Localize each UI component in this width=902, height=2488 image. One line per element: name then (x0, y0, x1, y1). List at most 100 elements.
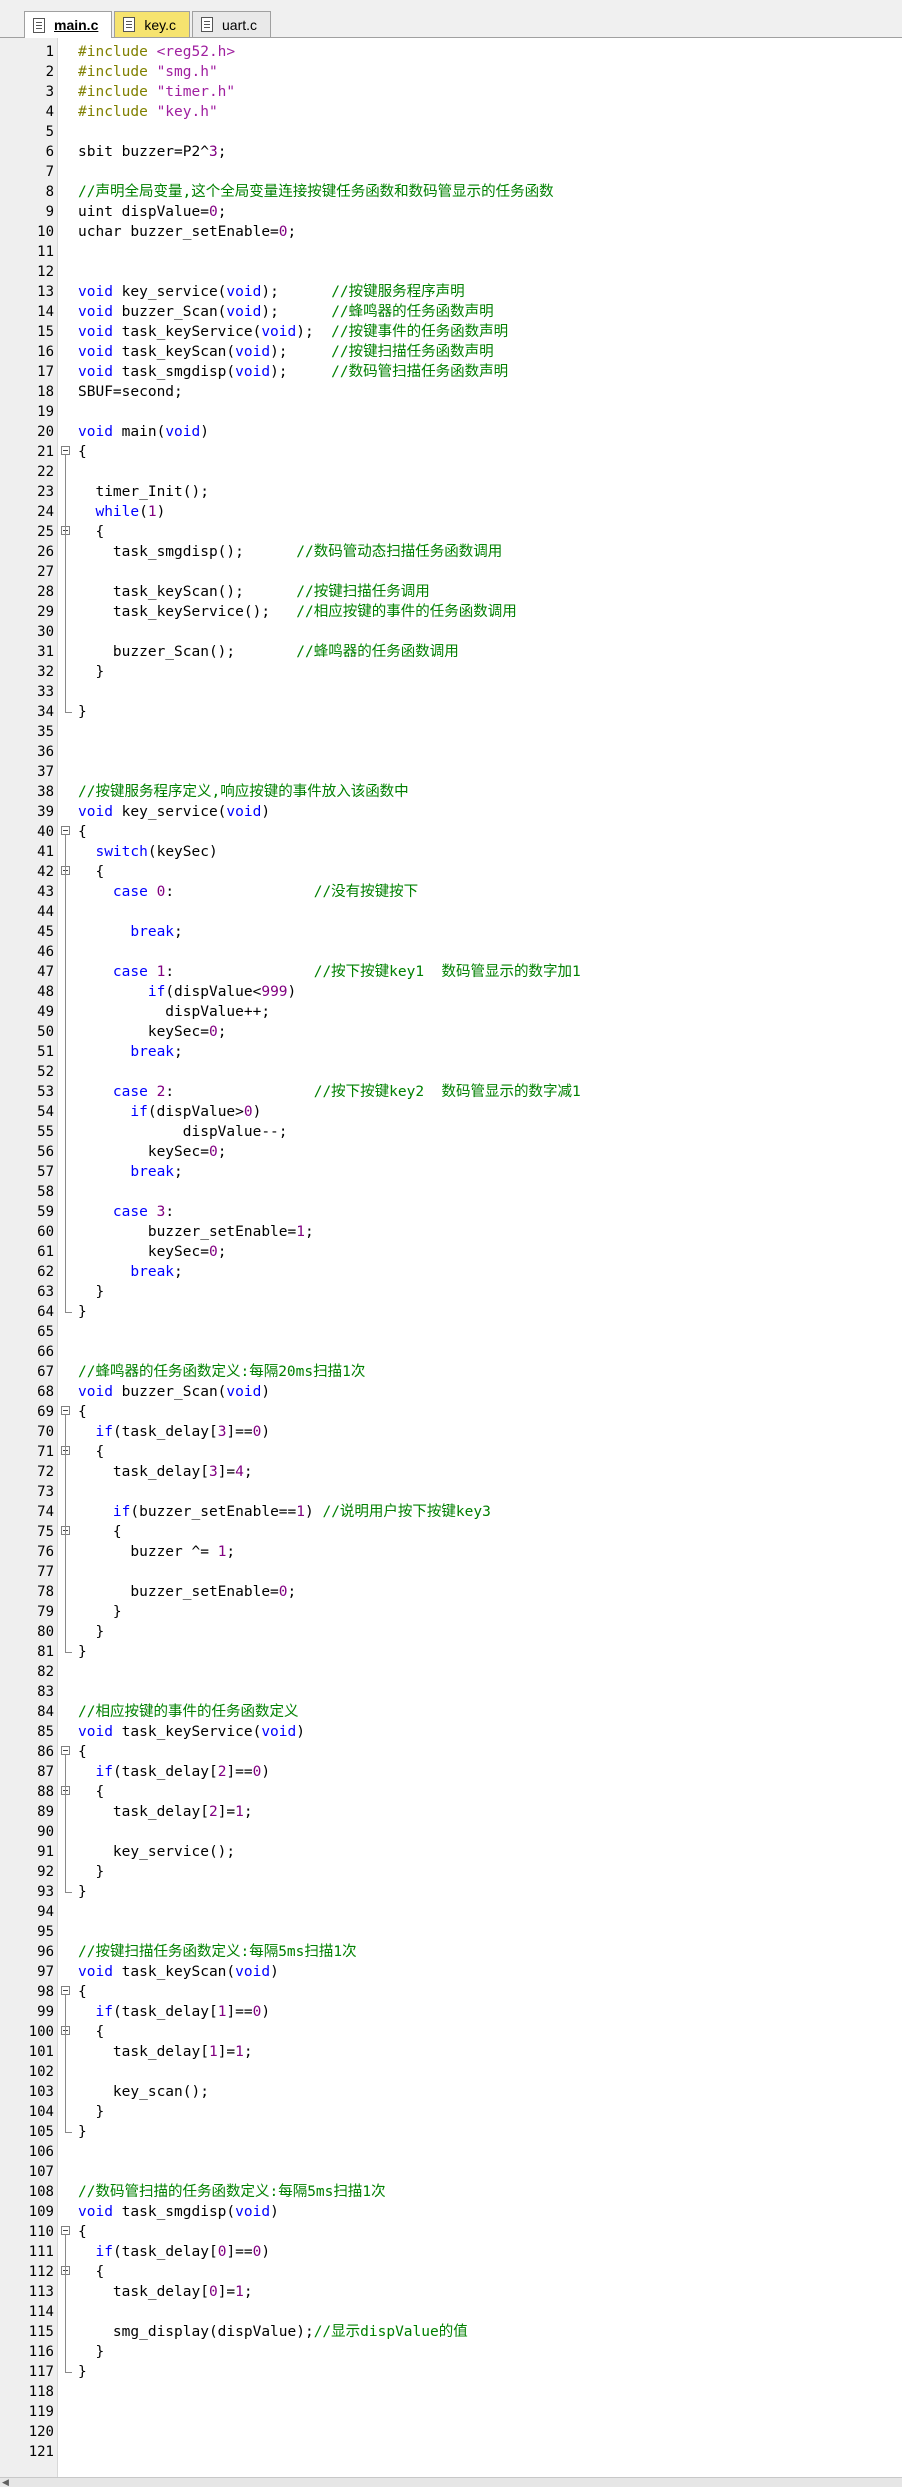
code-line[interactable]: 65 (0, 1322, 902, 1342)
code-line[interactable]: 49 dispValue++; (0, 1002, 902, 1022)
code-line[interactable]: 1 #include <reg52.h> (0, 42, 902, 62)
collapse-icon[interactable] (61, 826, 70, 835)
code-line[interactable]: 118 (0, 2382, 902, 2402)
code-line[interactable]: 66 (0, 1342, 902, 1362)
code-line[interactable]: 92 } (0, 1862, 902, 1882)
code-line[interactable]: 48 if(dispValue<999) (0, 982, 902, 1002)
code-line[interactable]: 27 (0, 562, 902, 582)
code-line[interactable]: 115 smg_display(dispValue);//显示dispValue… (0, 2322, 902, 2342)
code-line[interactable]: 57 break; (0, 1162, 902, 1182)
code-line[interactable]: 23 timer_Init(); (0, 482, 902, 502)
code-line[interactable]: 89 task_delay[2]=1; (0, 1802, 902, 1822)
code-line[interactable]: 99 if(task_delay[1]==0) (0, 2002, 902, 2022)
code-line[interactable]: 94 (0, 1902, 902, 1922)
code-line[interactable]: 73 (0, 1482, 902, 1502)
code-line[interactable]: 3 #include "timer.h" (0, 82, 902, 102)
code-line[interactable]: 90 (0, 1822, 902, 1842)
code-line[interactable]: 19 (0, 402, 902, 422)
scroll-left-icon[interactable]: ◀ (2, 2479, 9, 2488)
code-line[interactable]: 77 (0, 1562, 902, 1582)
code-line[interactable]: 95 (0, 1922, 902, 1942)
code-line[interactable]: 42 { (0, 862, 902, 882)
code-line[interactable]: 20 void main(void) (0, 422, 902, 442)
code-line[interactable]: 69 { (0, 1402, 902, 1422)
code-line[interactable]: 46 (0, 942, 902, 962)
code-line[interactable]: 38 //按键服务程序定义,响应按键的事件放入该函数中 (0, 782, 902, 802)
code-line[interactable]: 72 task_delay[3]=4; (0, 1462, 902, 1482)
code-line[interactable]: 71 { (0, 1442, 902, 1462)
code-line[interactable]: 106 (0, 2142, 902, 2162)
code-line[interactable]: 24 while(1) (0, 502, 902, 522)
code-line[interactable]: 21 { (0, 442, 902, 462)
horizontal-scrollbar[interactable]: ◀ (0, 2477, 902, 2488)
code-line[interactable]: 31 buzzer_Scan(); //蜂鸣器的任务函数调用 (0, 642, 902, 662)
code-line[interactable]: 47 case 1: //按下按键key1 数码管显示的数字加1 (0, 962, 902, 982)
code-line[interactable]: 70 if(task_delay[3]==0) (0, 1422, 902, 1442)
code-line[interactable]: 13 void key_service(void); //按键服务程序声明 (0, 282, 902, 302)
code-line[interactable]: 112 { (0, 2262, 902, 2282)
tab-key-c[interactable]: key.c (114, 11, 190, 37)
code-line[interactable]: 14 void buzzer_Scan(void); //蜂鸣器的任务函数声明 (0, 302, 902, 322)
code-line[interactable]: 102 (0, 2062, 902, 2082)
code-line[interactable]: 110 { (0, 2222, 902, 2242)
code-line[interactable]: 12 (0, 262, 902, 282)
code-line[interactable]: 119 (0, 2402, 902, 2422)
code-line[interactable]: 117} (0, 2362, 902, 2382)
code-line[interactable]: 63 } (0, 1282, 902, 1302)
code-line[interactable]: 54 if(dispValue>0) (0, 1102, 902, 1122)
code-line[interactable]: 11 (0, 242, 902, 262)
code-line[interactable]: 116 } (0, 2342, 902, 2362)
code-line[interactable]: 114 (0, 2302, 902, 2322)
code-line[interactable]: 36 (0, 742, 902, 762)
code-line[interactable]: 67 //蜂鸣器的任务函数定义:每隔20ms扫描1次 (0, 1362, 902, 1382)
code-line[interactable]: 88 { (0, 1782, 902, 1802)
code-line[interactable]: 59 case 3: (0, 1202, 902, 1222)
code-line[interactable]: 6 sbit buzzer=P2^3; (0, 142, 902, 162)
tab-uart-c[interactable]: uart.c (192, 11, 272, 37)
code-line[interactable]: 107 (0, 2162, 902, 2182)
code-line[interactable]: 29 task_keyService(); //相应按键的事件的任务函数调用 (0, 602, 902, 622)
code-line[interactable]: 84 //相应按键的事件的任务函数定义 (0, 1702, 902, 1722)
code-line[interactable]: 58 (0, 1182, 902, 1202)
code-line[interactable]: 104 } (0, 2102, 902, 2122)
code-line[interactable]: 64} (0, 1302, 902, 1322)
code-line[interactable]: 79 } (0, 1602, 902, 1622)
code-line[interactable]: 121 (0, 2442, 902, 2462)
code-line[interactable]: 35 (0, 722, 902, 742)
code-line[interactable]: 17 void task_smgdisp(void); //数码管扫描任务函数声明 (0, 362, 902, 382)
code-line[interactable]: 105} (0, 2122, 902, 2142)
code-line[interactable]: 98 { (0, 1982, 902, 2002)
collapse-icon[interactable] (61, 1746, 70, 1755)
code-line[interactable]: 26 task_smgdisp(); //数码管动态扫描任务函数调用 (0, 542, 902, 562)
code-line[interactable]: 34} (0, 702, 902, 722)
code-line[interactable]: 101 task_delay[1]=1; (0, 2042, 902, 2062)
code-line[interactable]: 32 } (0, 662, 902, 682)
code-line[interactable]: 9 uint dispValue=0; (0, 202, 902, 222)
code-line[interactable]: 108 //数码管扫描的任务函数定义:每隔5ms扫描1次 (0, 2182, 902, 2202)
code-line[interactable]: 100 { (0, 2022, 902, 2042)
code-line[interactable]: 120 (0, 2422, 902, 2442)
code-line[interactable]: 45 break; (0, 922, 902, 942)
code-line[interactable]: 113 task_delay[0]=1; (0, 2282, 902, 2302)
code-line[interactable]: 97 void task_keyScan(void) (0, 1962, 902, 1982)
collapse-icon[interactable] (61, 1406, 70, 1415)
code-line[interactable]: 15 void task_keyService(void); //按键事件的任务函… (0, 322, 902, 342)
code-line[interactable]: 5 (0, 122, 902, 142)
code-line[interactable]: 96 //按键扫描任务函数定义:每隔5ms扫描1次 (0, 1942, 902, 1962)
code-line[interactable]: 91 key_service(); (0, 1842, 902, 1862)
code-line[interactable]: 86 { (0, 1742, 902, 1762)
code-line[interactable]: 37 (0, 762, 902, 782)
code-line[interactable]: 50 keySec=0; (0, 1022, 902, 1042)
code-line[interactable]: 103 key_scan(); (0, 2082, 902, 2102)
code-line[interactable]: 81} (0, 1642, 902, 1662)
code-line[interactable]: 53 case 2: //按下按键key2 数码管显示的数字减1 (0, 1082, 902, 1102)
code-editor[interactable]: 1 #include <reg52.h> 2 #include "smg.h" 3 #in… (0, 38, 902, 2477)
collapse-icon[interactable] (61, 1986, 70, 1995)
code-line[interactable]: 44 (0, 902, 902, 922)
code-line[interactable]: 51 break; (0, 1042, 902, 1062)
code-line[interactable]: 52 (0, 1062, 902, 1082)
code-line[interactable]: 109 void task_smgdisp(void) (0, 2202, 902, 2222)
tab-main-c[interactable]: main.c (24, 11, 113, 38)
code-line[interactable]: 33 (0, 682, 902, 702)
code-line[interactable]: 40 { (0, 822, 902, 842)
